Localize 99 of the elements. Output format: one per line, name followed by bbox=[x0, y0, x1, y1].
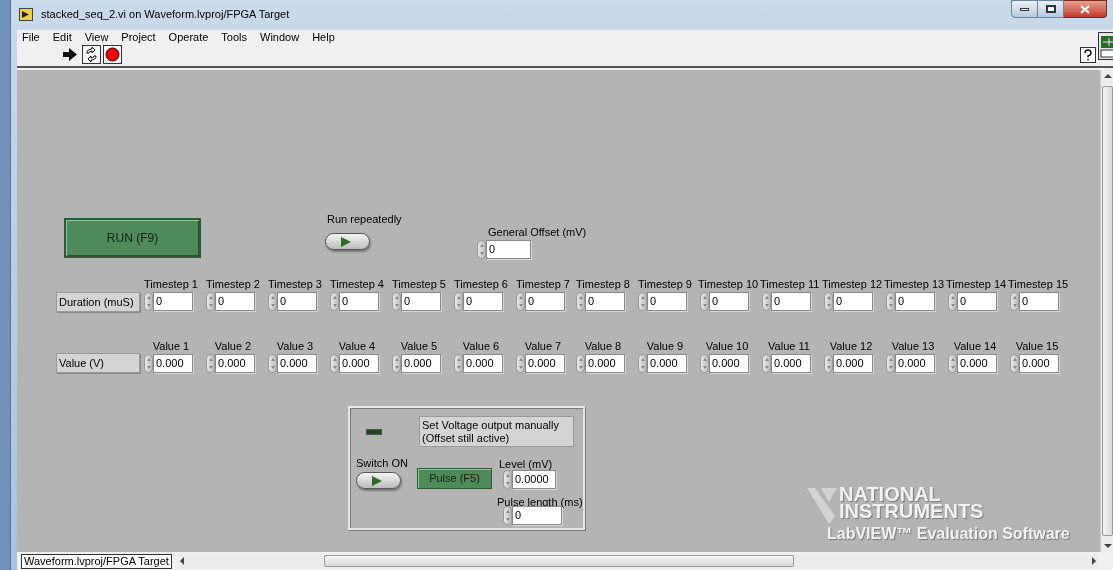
control-label: Run repeatedly bbox=[327, 213, 402, 226]
abort-stop-icon[interactable] bbox=[103, 45, 122, 64]
numeric-field[interactable]: 0.000 bbox=[401, 354, 441, 373]
control-label: Value 8 bbox=[583, 340, 623, 353]
numeric-field[interactable]: 0.0000 bbox=[512, 470, 556, 489]
numeric-field[interactable]: 0.000 bbox=[771, 354, 811, 373]
control-label: Value 5 bbox=[399, 340, 439, 353]
numeric-field[interactable]: 0 bbox=[585, 292, 625, 311]
numeric-field[interactable]: 0.000 bbox=[1019, 354, 1059, 373]
numeric-field[interactable]: 0.000 bbox=[833, 354, 873, 373]
run-arrow-icon[interactable] bbox=[61, 45, 80, 64]
control-label: Timestep 4 bbox=[329, 278, 385, 291]
control-label: Timestep 5 bbox=[391, 278, 447, 291]
numeric-field[interactable]: 0.000 bbox=[463, 354, 503, 373]
horizontal-scrollbar[interactable] bbox=[177, 554, 1098, 568]
numeric-field[interactable]: 0 bbox=[1019, 292, 1059, 311]
control-label: Timestep 8 bbox=[575, 278, 631, 291]
toggle-switch[interactable] bbox=[356, 472, 401, 489]
numeric-field[interactable]: 0 bbox=[401, 292, 441, 311]
control-label: Timestep 1 bbox=[143, 278, 199, 291]
numeric-field[interactable]: 0 bbox=[215, 292, 255, 311]
numeric-field[interactable]: 0.000 bbox=[895, 354, 935, 373]
control-label: Value 11 bbox=[767, 340, 811, 353]
control-label: Value 10 bbox=[704, 340, 750, 353]
control-label: Timestep 6 bbox=[453, 278, 509, 291]
close-icon bbox=[1080, 4, 1090, 14]
control-label: Timestep 10 bbox=[698, 278, 756, 291]
control-label: General Offset (mV) bbox=[488, 226, 587, 239]
control-label: Value 13 bbox=[890, 340, 936, 353]
numeric-field[interactable]: 0.000 bbox=[709, 354, 749, 373]
control-label: Value 15 bbox=[1014, 340, 1060, 353]
control-label: Value 6 bbox=[461, 340, 501, 353]
control-label: Level (mV) bbox=[499, 458, 553, 471]
close-button[interactable] bbox=[1064, 0, 1107, 18]
numeric-field[interactable]: 0.000 bbox=[339, 354, 379, 373]
project-path-label: Waveform.lvproj/FPGA Target bbox=[21, 553, 172, 569]
numeric-field[interactable]: 0 bbox=[895, 292, 935, 311]
control-label: Timestep 13 bbox=[884, 278, 942, 291]
control-label: Value 2 bbox=[213, 340, 253, 353]
minimize-button[interactable] bbox=[1011, 0, 1038, 18]
help-icon[interactable] bbox=[1080, 47, 1096, 63]
description-text: Set Voltage output manually (Offset still active) bbox=[419, 416, 574, 447]
numeric-field[interactable]: 0 bbox=[709, 292, 749, 311]
control-label: Pulse length (ms) bbox=[497, 496, 583, 509]
control-label: Value 7 bbox=[523, 340, 563, 353]
control-label: Timestep 3 bbox=[267, 278, 323, 291]
control-label: Value 3 bbox=[275, 340, 315, 353]
numeric-field[interactable]: 0 bbox=[339, 292, 379, 311]
control-label: Timestep 12 bbox=[822, 278, 880, 291]
control-label: Value 12 bbox=[828, 340, 874, 353]
numeric-field[interactable]: 0.000 bbox=[153, 354, 193, 373]
menu-item[interactable]: File bbox=[21, 31, 41, 43]
control-label: Timestep 7 bbox=[515, 278, 571, 291]
menu-item[interactable]: Tools bbox=[220, 31, 249, 43]
numeric-field[interactable]: 0 bbox=[486, 240, 531, 259]
control-label: Timestep 11 bbox=[760, 278, 818, 291]
menu-item[interactable]: Window bbox=[259, 31, 301, 43]
menu-item[interactable]: Edit bbox=[51, 31, 73, 43]
brand-text: NATIONAL INSTRUMENTS bbox=[839, 486, 984, 520]
control-label: Timestep 2 bbox=[205, 278, 261, 291]
control-label: Switch ON bbox=[356, 457, 408, 470]
numeric-field[interactable]: 0.000 bbox=[957, 354, 997, 373]
maximize-button[interactable] bbox=[1038, 0, 1064, 18]
control-label: Value 1 bbox=[151, 340, 191, 353]
numeric-field[interactable]: 0 bbox=[525, 292, 565, 311]
control-label: Value 9 bbox=[645, 340, 685, 353]
numeric-field[interactable]: 0 bbox=[153, 292, 193, 311]
control-label: Timestep 15 bbox=[1008, 278, 1066, 291]
numeric-field[interactable]: 0.000 bbox=[525, 354, 565, 373]
row-label: Value (V) bbox=[56, 353, 140, 373]
control-label: Timestep 14 bbox=[946, 278, 1004, 291]
numeric-field[interactable]: 0 bbox=[957, 292, 997, 311]
numeric-field[interactable]: 0 bbox=[647, 292, 687, 311]
pulse-button[interactable]: Pulse (F5) bbox=[417, 468, 492, 489]
numeric-field[interactable]: 0.000 bbox=[585, 354, 625, 373]
numeric-field[interactable]: 0.000 bbox=[277, 354, 317, 373]
control-label: Value 14 bbox=[952, 340, 998, 353]
menu-item[interactable]: Operate bbox=[167, 31, 210, 43]
numeric-field[interactable]: 0.000 bbox=[647, 354, 687, 373]
menu-item[interactable]: Help bbox=[311, 31, 336, 43]
vi-icon bbox=[19, 7, 33, 21]
run-continuously-icon[interactable] bbox=[82, 45, 101, 64]
numeric-field[interactable]: 0.000 bbox=[215, 354, 255, 373]
numeric-field[interactable]: 0 bbox=[512, 506, 562, 525]
numeric-field[interactable]: 0 bbox=[833, 292, 873, 311]
row-label: Duration (muS) bbox=[56, 292, 140, 312]
vertical-scrollbar[interactable] bbox=[1100, 70, 1113, 552]
menu-item[interactable]: View bbox=[83, 31, 110, 43]
toggle-switch[interactable] bbox=[325, 233, 370, 250]
logo-icon bbox=[807, 486, 837, 526]
run-button[interactable]: RUN (F9) bbox=[64, 218, 201, 258]
numeric-field[interactable]: 0 bbox=[463, 292, 503, 311]
control-label: Timestep 9 bbox=[637, 278, 693, 291]
menu-item[interactable]: Project bbox=[120, 31, 157, 43]
numeric-field[interactable]: 0 bbox=[277, 292, 317, 311]
product-text: LabVIEW™ Evaluation Software bbox=[827, 524, 1070, 544]
window-title: stacked_seq_2.vi on Waveform.lvproj/FPGA Target bbox=[41, 6, 290, 22]
control-label: Value 4 bbox=[337, 340, 377, 353]
numeric-field[interactable]: 0 bbox=[771, 292, 811, 311]
